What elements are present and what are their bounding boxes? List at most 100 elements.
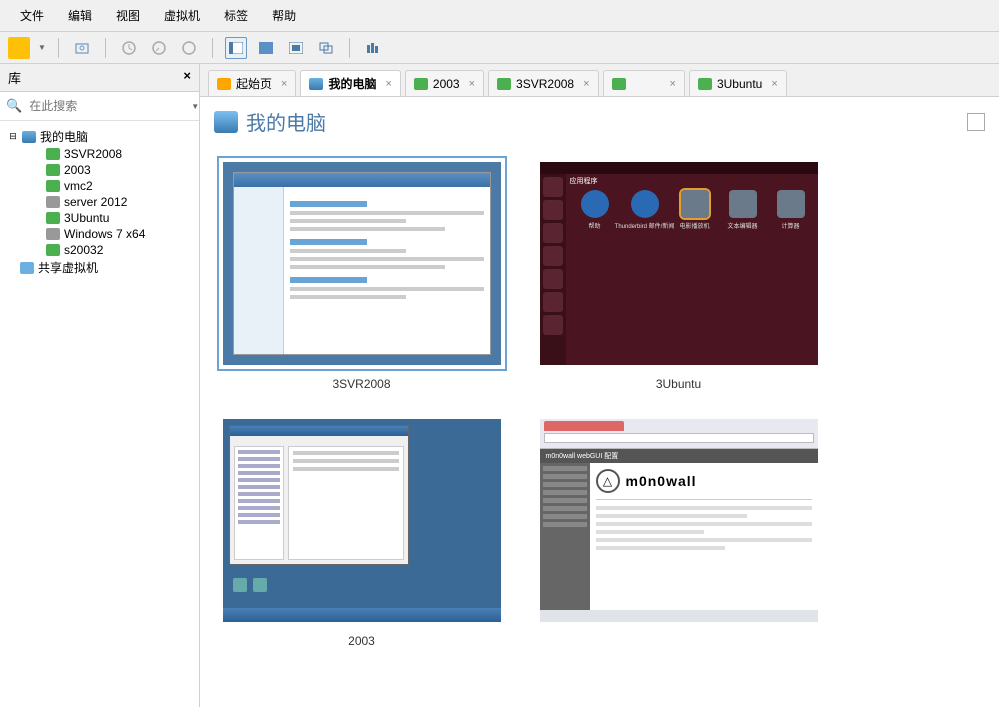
tree-vm-s20032[interactable]: s20032	[46, 242, 191, 258]
shutdown-button[interactable]	[178, 37, 200, 59]
vm-card-2003[interactable]: 2003	[214, 413, 509, 648]
vm-thumbnail: 应用程序 帮助 Thunderbird 邮件/新闻 电影播放机 文本编辑器 计算…	[534, 156, 824, 371]
tree-label: 我的电脑	[40, 128, 88, 145]
search-icon: 🔍	[6, 98, 22, 114]
tab-2003[interactable]: 2003 ×	[405, 70, 484, 96]
tree-vm-win7x64[interactable]: Windows 7 x64	[46, 226, 191, 242]
computer-icon	[214, 111, 238, 133]
vm-card-3svr2008[interactable]: 3SVR2008	[214, 156, 509, 391]
separator	[105, 38, 106, 58]
app-label: 帮助	[588, 221, 600, 230]
tree-root-mypc[interactable]: ⊟ 我的电脑	[8, 127, 191, 146]
power-dropdown[interactable]: ▼	[38, 43, 46, 52]
menu-vm[interactable]: 虚拟机	[152, 4, 212, 27]
tab-blank[interactable]: ×	[603, 70, 685, 96]
view-sidebar-button[interactable]	[225, 37, 247, 59]
tree-label: vmc2	[64, 179, 93, 193]
vm-icon	[414, 78, 428, 90]
app-label: Thunderbird 邮件/新闻	[615, 221, 675, 230]
tab-3ubuntu[interactable]: 3Ubuntu ×	[689, 70, 787, 96]
tree-vm-2003[interactable]: 2003	[46, 162, 191, 178]
close-icon[interactable]: ×	[771, 78, 777, 90]
vm-icon	[46, 180, 60, 192]
vm-icon	[497, 78, 511, 90]
app-label: 文本编辑器	[727, 221, 757, 230]
view-options-button[interactable]	[967, 113, 985, 131]
separator	[58, 38, 59, 58]
vm-icon	[46, 244, 60, 256]
tab-label: 2003	[433, 77, 460, 91]
close-icon[interactable]: ×	[469, 78, 475, 90]
tree-vm-vmc2[interactable]: vmc2	[46, 178, 191, 194]
menu-view[interactable]: 视图	[104, 4, 152, 27]
sidebar: 库 × 🔍 ▼ ⊟ 我的电脑 3SVR2008 2003 vmc2 server…	[0, 64, 200, 707]
vm-icon	[612, 78, 626, 90]
vm-thumbnail	[217, 156, 507, 371]
sidebar-title: 库	[8, 68, 21, 87]
separator	[349, 38, 350, 58]
menu-tabs[interactable]: 标签	[212, 4, 260, 27]
reset-button[interactable]	[148, 37, 170, 59]
computer-icon	[309, 78, 323, 90]
menu-file[interactable]: 文件	[8, 4, 56, 27]
fullscreen-button[interactable]	[285, 37, 307, 59]
menu-edit[interactable]: 编辑	[56, 4, 104, 27]
toolbar: ▼	[0, 32, 999, 64]
vm-icon	[46, 228, 60, 240]
separator	[212, 38, 213, 58]
tree-vm-server2012[interactable]: server 2012	[46, 194, 191, 210]
tree-shared-vms[interactable]: 共享虚拟机	[8, 258, 191, 277]
close-icon[interactable]: ×	[583, 78, 589, 90]
suspend-button[interactable]	[118, 37, 140, 59]
tab-mypc[interactable]: 我的电脑 ×	[300, 70, 400, 96]
close-icon[interactable]: ×	[281, 78, 287, 90]
tree-vm-3ubuntu[interactable]: 3Ubuntu	[46, 210, 191, 226]
tab-label: 3Ubuntu	[717, 77, 762, 91]
computer-icon	[22, 131, 36, 143]
power-button[interactable]	[8, 37, 30, 59]
tree-label: s20032	[64, 243, 103, 257]
vm-icon	[698, 78, 712, 90]
app-label: 计算器	[781, 221, 799, 230]
close-icon[interactable]: ×	[385, 78, 391, 90]
library-button[interactable]	[362, 37, 384, 59]
vm-icon	[46, 196, 60, 208]
tab-3svr2008[interactable]: 3SVR2008 ×	[488, 70, 598, 96]
app-label: 电影播放机	[679, 221, 709, 230]
view-console-button[interactable]	[255, 37, 277, 59]
vm-icon	[46, 148, 60, 160]
mono-header: m0n0wall webGUI 配置	[540, 449, 818, 463]
search-input[interactable]	[26, 96, 187, 116]
vm-grid: 3SVR2008 应用程序 帮助 Thunderbird 邮件/新闻 电影播放机…	[200, 146, 999, 658]
tree-label: 3SVR2008	[64, 147, 122, 161]
tree-label: 3Ubuntu	[64, 211, 109, 225]
vm-icon	[46, 164, 60, 176]
search-dropdown[interactable]: ▼	[191, 102, 199, 111]
close-icon[interactable]: ×	[670, 78, 676, 90]
unity-button[interactable]	[315, 37, 337, 59]
vm-label: 2003	[348, 634, 375, 648]
menu-help[interactable]: 帮助	[260, 4, 308, 27]
tree-vm-3svr2008[interactable]: 3SVR2008	[46, 146, 191, 162]
snapshot-button[interactable]	[71, 37, 93, 59]
vm-card-monowall[interactable]: m0n0wall webGUI 配置 △ m0n0wall	[531, 413, 826, 648]
home-icon	[217, 78, 231, 90]
search-row: 🔍 ▼	[0, 92, 199, 121]
tab-label: 我的电脑	[328, 77, 376, 91]
tab-home[interactable]: 起始页 ×	[208, 70, 296, 96]
vm-card-3ubuntu[interactable]: 应用程序 帮助 Thunderbird 邮件/新闻 电影播放机 文本编辑器 计算…	[531, 156, 826, 391]
page-title: 我的电脑	[246, 107, 326, 136]
tree-label: 共享虚拟机	[38, 259, 98, 276]
apps-label: 应用程序	[570, 176, 598, 186]
library-tree: ⊟ 我的电脑 3SVR2008 2003 vmc2 server 2012 3U…	[0, 121, 199, 707]
mono-logo-text: m0n0wall	[626, 473, 697, 489]
vm-thumbnail	[217, 413, 507, 628]
sidebar-header: 库 ×	[0, 64, 199, 92]
tree-label: Windows 7 x64	[64, 227, 145, 241]
sidebar-close[interactable]: ×	[183, 68, 191, 87]
tab-bar: 起始页 × 我的电脑 × 2003 × 3SVR2008 × ×	[200, 64, 999, 97]
share-icon	[20, 262, 34, 274]
tree-label: server 2012	[64, 195, 127, 209]
expand-icon[interactable]: ⊟	[8, 131, 18, 142]
content-area: 起始页 × 我的电脑 × 2003 × 3SVR2008 × ×	[200, 64, 999, 707]
